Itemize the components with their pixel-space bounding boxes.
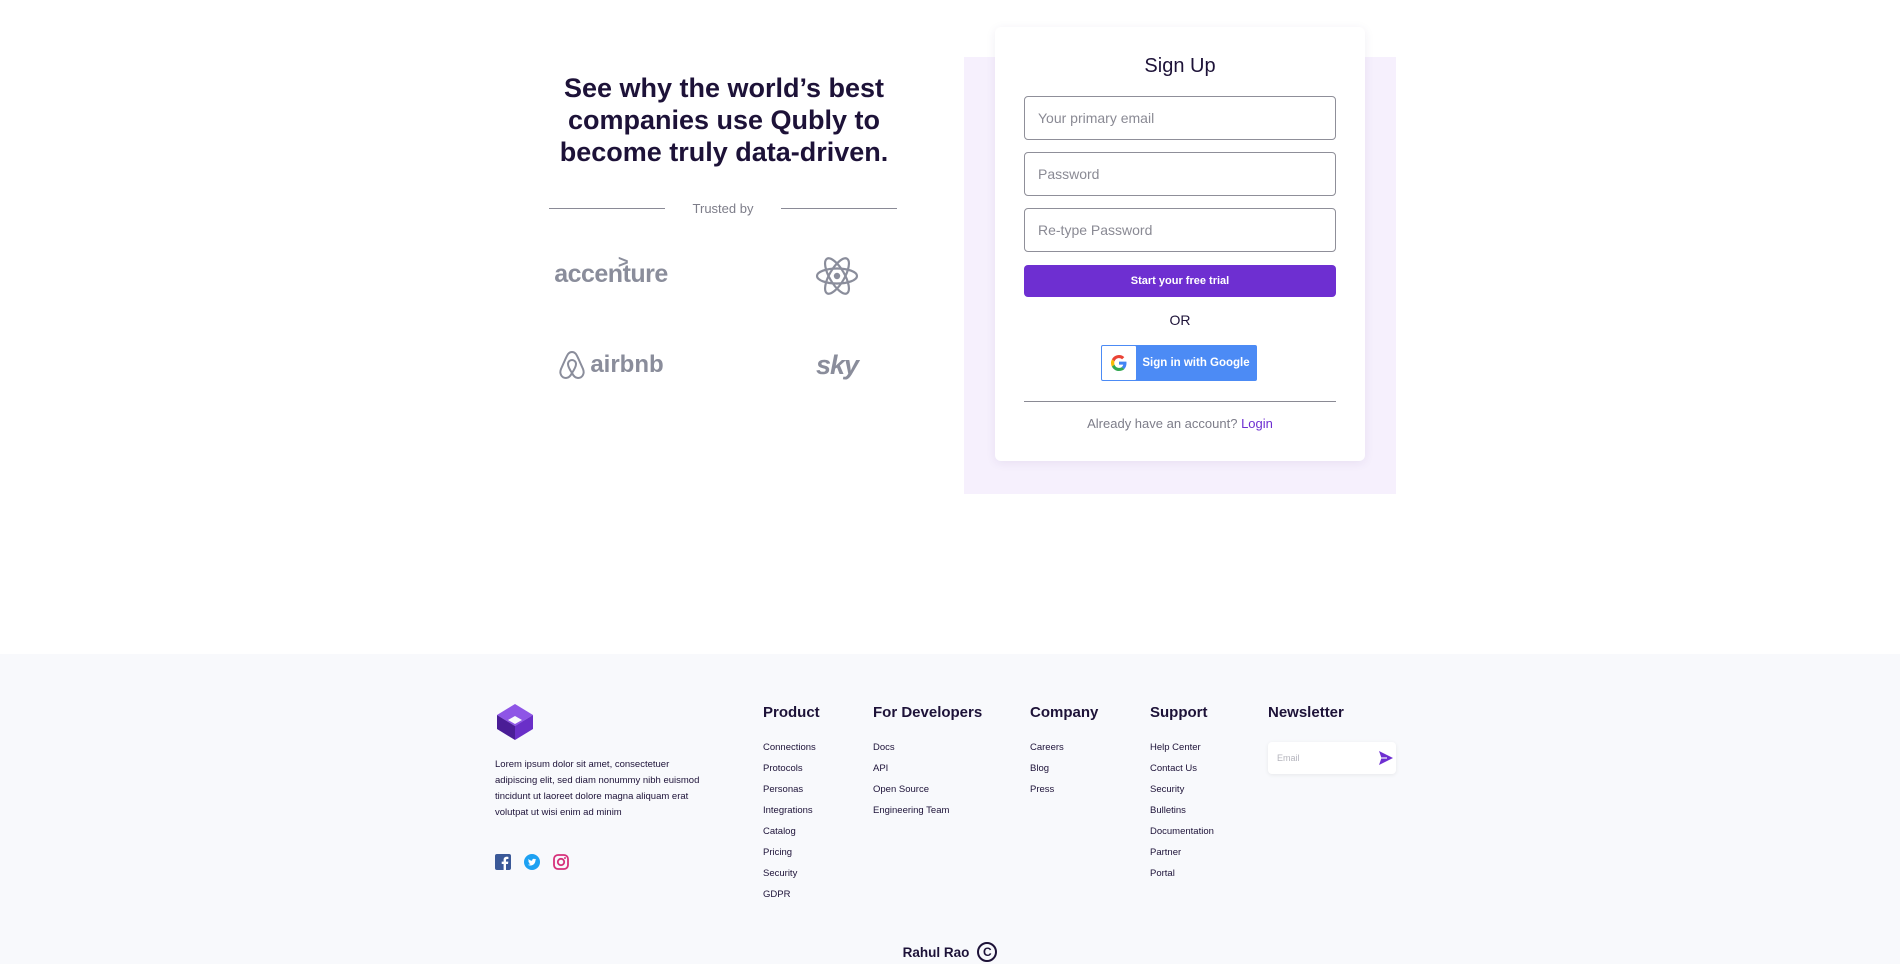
card-divider — [1024, 401, 1336, 402]
email-field[interactable] — [1024, 96, 1336, 140]
airbnb-wordmark: airbnb — [590, 351, 664, 378]
instagram-icon[interactable] — [553, 854, 569, 870]
newsletter-email-input[interactable] — [1277, 753, 1373, 763]
google-g-icon — [1102, 346, 1136, 380]
footer-link[interactable]: GDPR — [763, 889, 820, 910]
google-signin-label: Sign in with Google — [1142, 357, 1250, 369]
hero-title-line-3: become truly data-driven. — [559, 137, 889, 167]
footer-heading-developers: For Developers — [873, 704, 983, 721]
social-links — [495, 854, 569, 870]
accenture-wordmark: accenture — [554, 259, 668, 288]
footer-link[interactable]: API — [873, 763, 982, 784]
trusted-line-right — [781, 207, 897, 209]
footer-link[interactable]: Help Center — [1150, 742, 1214, 763]
credit-name: Rahul Rao — [902, 944, 970, 960]
airbnb-logo: airbnb — [558, 347, 664, 383]
footer-link[interactable]: Open Source — [873, 784, 982, 805]
accenture-logo: > accenture — [554, 252, 668, 292]
trusted-by-label: Trusted by — [692, 200, 754, 216]
accenture-caret-icon: > — [618, 252, 629, 272]
footer: Lorem ipsum dolor sit amet, consectetuer… — [0, 654, 1900, 964]
footer-link[interactable]: Contact Us — [1150, 763, 1214, 784]
footer-heading-company: Company — [1030, 704, 1099, 721]
twitter-icon[interactable] — [524, 854, 540, 870]
footer-heading-newsletter: Newsletter — [1268, 704, 1344, 721]
footer-link[interactable]: Catalog — [763, 826, 820, 847]
footer-link[interactable]: Blog — [1030, 763, 1098, 784]
footer-column-product: Product Connections Protocols Personas I… — [763, 704, 820, 910]
footer-description: Lorem ipsum dolor sit amet, consectetuer… — [495, 759, 700, 818]
footer-link[interactable]: Engineering Team — [873, 805, 982, 826]
sky-wordmark: sky — [815, 349, 859, 380]
react-atom-icon — [814, 254, 860, 298]
hero-title-line-1: See why the world’s best — [563, 73, 885, 103]
trusted-by-divider: Trusted by — [549, 198, 897, 218]
footer-credit: Rahul Rao C — [0, 942, 1900, 962]
or-separator: OR — [1169, 312, 1191, 328]
newsletter-form — [1268, 742, 1396, 774]
hero-title-line-2: companies use Qubly to — [567, 105, 881, 135]
password-field[interactable] — [1024, 152, 1336, 196]
footer-link[interactable]: Bulletins — [1150, 805, 1214, 826]
footer-heading-product: Product — [763, 704, 820, 721]
footer-column-support: Support Help Center Contact Us Security … — [1150, 704, 1214, 889]
send-arrow-icon[interactable] — [1377, 749, 1395, 767]
footer-link[interactable]: Protocols — [763, 763, 820, 784]
trusted-line-left — [549, 207, 665, 209]
footer-link[interactable]: Pricing — [763, 847, 820, 868]
signup-title: Sign Up — [1144, 55, 1216, 77]
footer-column-newsletter: Newsletter — [1268, 704, 1396, 774]
footer-link[interactable]: Documentation — [1150, 826, 1214, 847]
google-signin-button[interactable]: Sign in with Google — [1101, 345, 1257, 381]
footer-link[interactable]: Personas — [763, 784, 820, 805]
footer-column-developers: For Developers Docs API Open Source Engi… — [873, 704, 982, 826]
signup-card: Sign Up Start your free trial OR Sign in… — [995, 27, 1365, 461]
footer-heading-support: Support — [1150, 704, 1208, 721]
footer-column-company: Company Careers Blog Press — [1030, 704, 1098, 805]
facebook-icon[interactable] — [495, 854, 511, 870]
copyright-icon: C — [977, 942, 998, 962]
footer-link[interactable]: Portal — [1150, 868, 1214, 889]
footer-link[interactable]: Docs — [873, 742, 982, 763]
footer-link[interactable]: Press — [1030, 784, 1098, 805]
footer-link[interactable]: Partner — [1150, 847, 1214, 868]
qubly-brand-logo[interactable] — [495, 702, 535, 742]
footer-link[interactable]: Careers — [1030, 742, 1098, 763]
sky-logo: sky — [812, 348, 862, 382]
footer-link[interactable]: Integrations — [763, 805, 820, 826]
login-link[interactable]: Login — [1241, 416, 1273, 431]
retype-password-field[interactable] — [1024, 208, 1336, 252]
already-account-text: Already have an account? — [1087, 416, 1238, 431]
already-account-row: Already have an account? Login — [995, 416, 1365, 431]
airbnb-belo-icon — [559, 350, 585, 380]
footer-link[interactable]: Security — [763, 868, 820, 889]
hero-title: See why the world’s best companies use Q… — [548, 72, 900, 168]
footer-link[interactable]: Security — [1150, 784, 1214, 805]
footer-link[interactable]: Connections — [763, 742, 820, 763]
start-free-trial-button[interactable]: Start your free trial — [1024, 265, 1336, 297]
